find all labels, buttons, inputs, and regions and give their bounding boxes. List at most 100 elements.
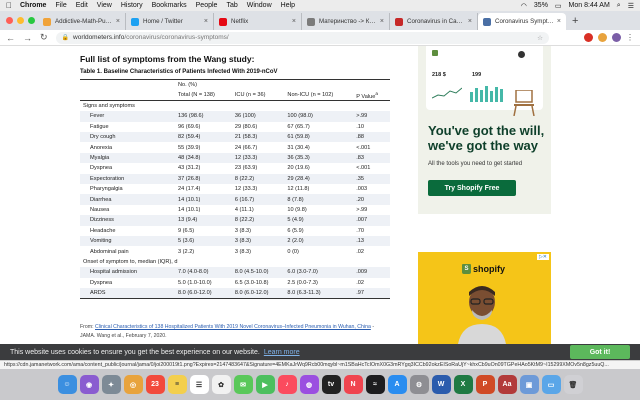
reload-button[interactable]: ↻ <box>40 32 48 43</box>
got-it-button[interactable]: Got it! <box>570 345 630 359</box>
forward-button[interactable]: → <box>23 33 32 43</box>
apple-icon[interactable]:  <box>6 1 12 10</box>
column-header-pvalue: P Valuea <box>353 89 390 102</box>
tab-label: Coronavirus Symptoms (C... <box>495 18 554 25</box>
extension-icon[interactable] <box>584 33 593 42</box>
tab-3[interactable]: Материнство -> Коронави...× <box>302 13 390 30</box>
close-window-button[interactable] <box>6 17 13 24</box>
menu-help[interactable]: Help <box>281 2 295 9</box>
excel-icon[interactable]: X <box>453 375 473 394</box>
news-icon[interactable]: N <box>343 375 363 394</box>
new-tab-button[interactable]: + <box>572 15 578 27</box>
table-row: Dyspnea 5.0 (1.0-10.0) 6.5 (3.0-10.8) 2.5 (… <box>90 279 365 286</box>
battery-icon[interactable]: ▭ <box>555 2 562 10</box>
table-row: Myalgia 48 (34.8) 12 (33.3) 36 (35.3) .83 <box>80 152 390 164</box>
folder-icon[interactable]: ▭ <box>541 375 561 394</box>
launchpad-icon[interactable]: ✦ <box>101 375 121 394</box>
calendar-icon[interactable]: 23 <box>145 375 165 394</box>
finder-icon[interactable]: ☺ <box>57 375 77 394</box>
close-tab-icon[interactable]: × <box>116 18 120 25</box>
page-icon <box>307 17 315 26</box>
tv-icon[interactable]: tv <box>321 375 341 394</box>
search-icon[interactable]: ⌕ <box>617 2 621 10</box>
wifi-icon[interactable]: ◠ <box>521 2 527 10</box>
shopify-ad-2[interactable]: ▷✕ S shopify <box>418 252 551 344</box>
tab-label: Материнство -> Коронави... <box>319 18 377 25</box>
address-bar[interactable]: 🔒 worldometers.info/coronavirus/coronavi… <box>55 31 549 44</box>
learn-more-link[interactable]: Learn more <box>264 349 300 356</box>
ad-subtext: All the tools you need to get started <box>428 161 523 167</box>
menu-edit[interactable]: Edit <box>76 2 88 9</box>
notes-icon[interactable]: ≡ <box>167 375 187 394</box>
close-tab-icon[interactable]: × <box>292 18 296 25</box>
facetime-icon[interactable]: ▶ <box>255 375 275 394</box>
status-bar-url: https://cdn.jamanetwork.com/ama/content_… <box>0 360 640 369</box>
table-row: Diarrhea 14 (10.1) 6 (16.7) 8 (7.8) .20 <box>80 194 390 205</box>
tab-2[interactable]: Netflix × <box>214 13 302 30</box>
settings-icon[interactable]: ⚙ <box>409 375 429 394</box>
control-center-icon[interactable]: ☰ <box>628 2 634 10</box>
dictionary-icon[interactable]: Aa <box>497 375 517 394</box>
tab-label: Netflix <box>231 18 249 25</box>
column-header-icu: ICU (n = 36) <box>231 89 285 102</box>
menu-history[interactable]: History <box>121 2 143 9</box>
chrome-icon[interactable]: ◎ <box>123 375 143 394</box>
bookmark-star-icon[interactable]: ☆ <box>537 34 543 42</box>
tab-1[interactable]: Home / Twitter × <box>126 13 214 30</box>
preview-icon[interactable]: ▣ <box>519 375 539 394</box>
powerpoint-icon[interactable]: P <box>475 375 495 394</box>
table-row: Hospital admission 7.0 (4.0-8.0) 8.0 (4.5-… <box>80 267 390 278</box>
address-host: worldometers.info <box>73 34 125 41</box>
citation: JAMA. Wang et al., February 7, 2020. <box>80 333 167 339</box>
shopify-ad[interactable]: 218 $ 199 You've got the will, we've got… <box>418 46 551 214</box>
lock-icon[interactable]: 🔒 <box>62 34 69 41</box>
minimize-window-button[interactable] <box>17 17 24 24</box>
tab-label: Addictive-Math-Puzzles-G... <box>55 18 113 25</box>
close-tab-icon[interactable]: × <box>380 18 384 25</box>
podcasts-icon[interactable]: ◍ <box>299 375 319 394</box>
appstore-icon[interactable]: A <box>387 375 407 394</box>
chrome-menu-icon[interactable]: ⋮ <box>626 33 634 42</box>
try-shopify-button[interactable]: Try Shopify Free <box>428 180 516 196</box>
tab-0[interactable]: Addictive-Math-Puzzles-G...× <box>38 13 126 30</box>
stocks-icon[interactable]: ≈ <box>365 375 385 394</box>
battery-percent[interactable]: 35% <box>534 2 548 9</box>
menu-view[interactable]: View <box>97 2 112 9</box>
cookie-text: This website uses cookies to ensure you … <box>10 348 260 356</box>
cookie-banner: This website uses cookies to ensure you … <box>0 344 640 360</box>
menu-file[interactable]: File <box>55 2 66 9</box>
puzzle-icon <box>43 17 51 26</box>
menu-tab[interactable]: Tab <box>226 2 237 9</box>
tab-4[interactable]: Coronavirus in Canada: 'Br...× <box>390 13 478 30</box>
siri-icon[interactable]: ◉ <box>79 375 99 394</box>
close-tab-icon[interactable]: × <box>557 18 561 25</box>
netflix-icon <box>219 17 227 26</box>
music-icon[interactable]: ♪ <box>277 375 297 394</box>
chair-illustration <box>513 90 535 116</box>
source-link[interactable]: Clinical Characteristics of 138 Hospital… <box>95 324 371 330</box>
table-row: Expectoration 37 (26.8) 8 (22.2) 29 (28.4).… <box>80 173 390 184</box>
menu-app[interactable]: Chrome <box>20 2 46 9</box>
menu-people[interactable]: People <box>196 2 218 9</box>
tab-5[interactable]: Coronavirus Symptoms (C...× <box>478 13 566 30</box>
profile-avatar[interactable] <box>612 33 621 42</box>
tab-label: Home / Twitter <box>143 18 183 25</box>
back-button[interactable]: ← <box>6 33 15 43</box>
reminders-icon[interactable]: ☰ <box>189 375 209 394</box>
clock[interactable]: Mon 8:44 AM <box>569 2 610 9</box>
word-icon[interactable]: W <box>431 375 451 394</box>
table-row: Dry cough 82 (59.4) 21 (58.3) 61 (59.8) .88 <box>80 132 390 143</box>
close-tab-icon[interactable]: × <box>468 18 472 25</box>
close-tab-icon[interactable]: × <box>204 18 208 25</box>
menu-bookmarks[interactable]: Bookmarks <box>152 2 187 9</box>
article-heading: Full list of symptoms from the Wang stud… <box>80 54 255 64</box>
menu-window[interactable]: Window <box>247 2 272 9</box>
photos-icon[interactable]: ✿ <box>211 375 231 394</box>
extension-icon[interactable] <box>598 33 607 42</box>
messages-icon[interactable]: ✉ <box>233 375 253 394</box>
shopify-bag-icon <box>432 50 438 56</box>
menu-bar:  Chrome File Edit View History Bookmark… <box>0 0 640 11</box>
zoom-window-button[interactable] <box>28 17 35 24</box>
adchoices-icon[interactable]: ▷✕ <box>536 254 549 260</box>
trash-icon[interactable]: 🗑 <box>563 375 583 394</box>
